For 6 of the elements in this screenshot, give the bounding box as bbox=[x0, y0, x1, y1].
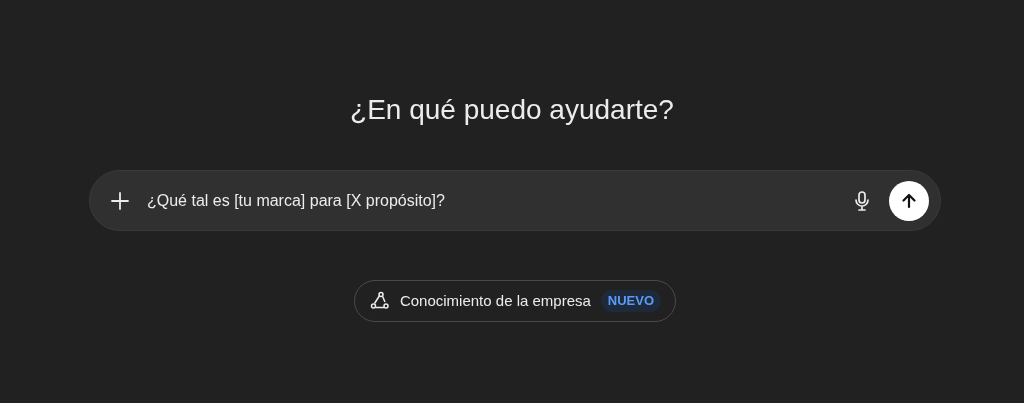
new-badge: NUEVO bbox=[600, 290, 662, 312]
nodes-icon bbox=[369, 291, 390, 311]
page-heading: ¿En qué puedo ayudarte? bbox=[350, 93, 674, 127]
message-input[interactable]: ¿Qué tal es [tu marca] para [X propósito]? bbox=[147, 188, 850, 213]
message-composer[interactable]: ¿Qué tal es [tu marca] para [X propósito]? bbox=[89, 170, 941, 231]
send-button[interactable] bbox=[889, 180, 929, 221]
